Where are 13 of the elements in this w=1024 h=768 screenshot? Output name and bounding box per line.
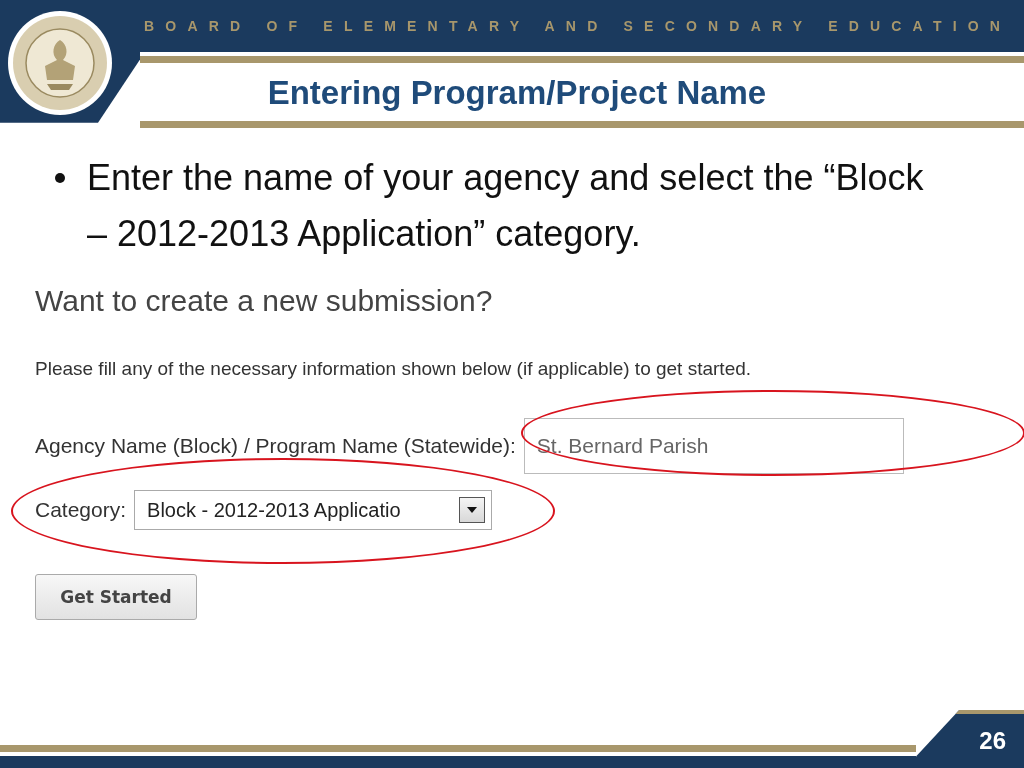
slide-title: Entering Program/Project Name: [267, 72, 767, 112]
field-label: Category:: [35, 498, 127, 522]
field-label: Agency Name (Block) / Program Name (Statewide):: [35, 434, 516, 458]
bullet-text: Enter the name of your agency and select the “Block – 2012-2013 Application” category.: [87, 156, 925, 256]
bullet-icon: [55, 173, 65, 183]
form-instructions: Please fill any of the necessary information shown below (if applicable) to get started.: [35, 358, 753, 380]
get-started-button[interactable]: Get Started: [35, 574, 197, 620]
caret-icon: [467, 507, 478, 513]
page-number: 26: [916, 710, 1024, 768]
category-dropdown[interactable]: Block - 2012-2013 Applicatio: [134, 490, 493, 530]
form-heading: Want to create a new submission?: [35, 284, 494, 318]
agency-name-field[interactable]: St. Bernard Parish: [523, 418, 904, 474]
organization-name: BOARD OF ELEMENTARY AND SECONDARY EDUCATION: [144, 18, 1012, 34]
